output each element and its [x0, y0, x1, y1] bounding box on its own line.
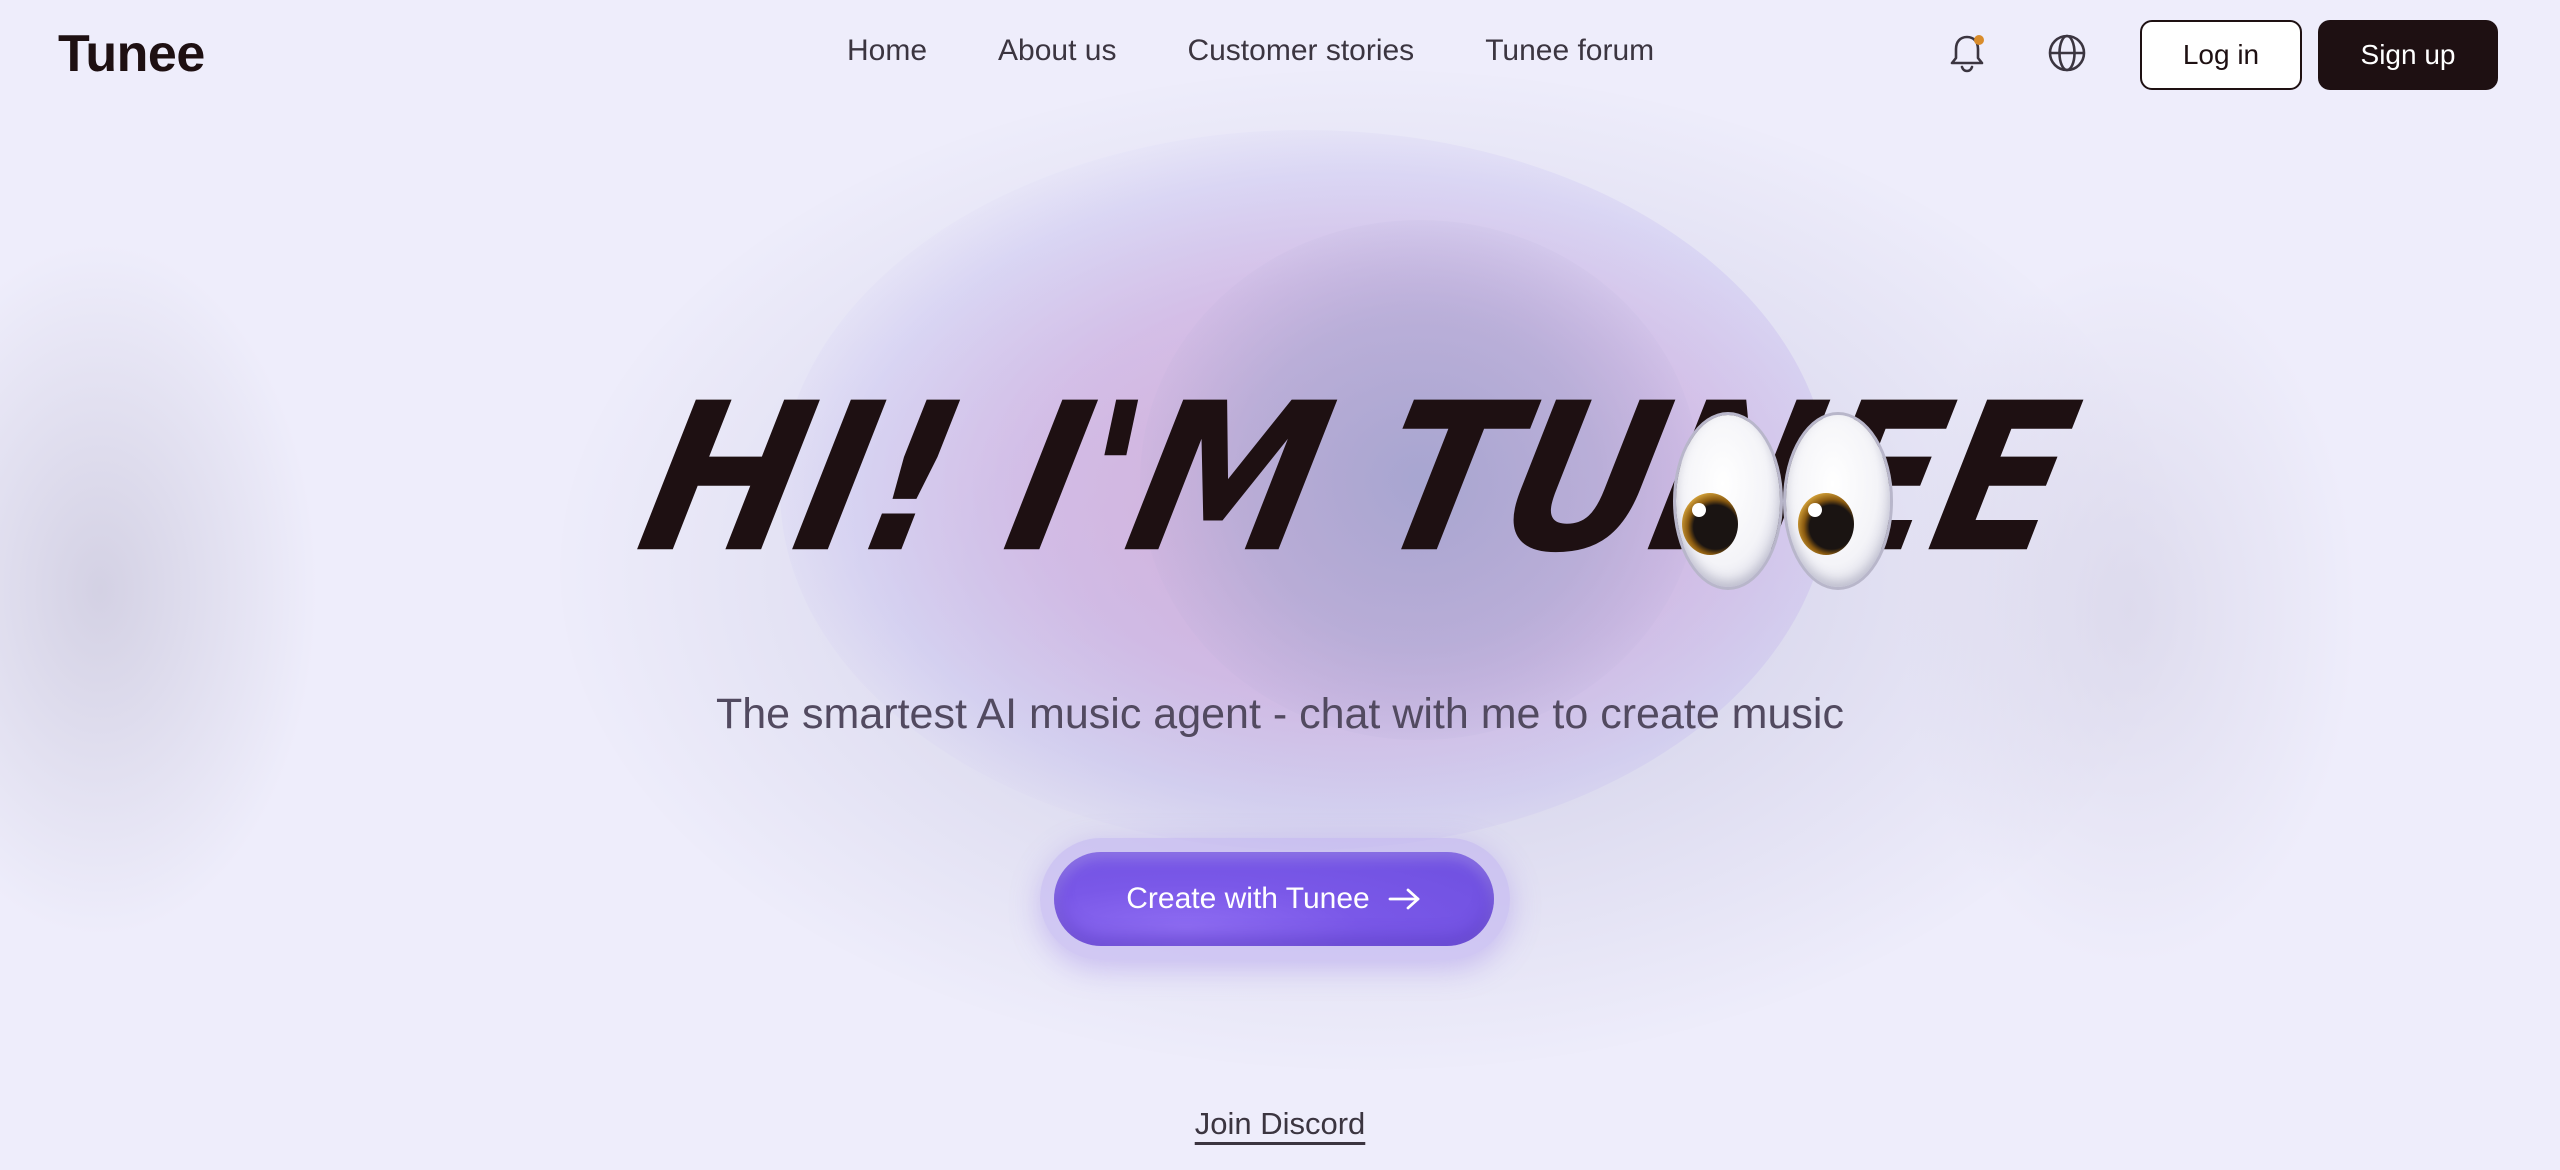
language-button[interactable]	[2045, 31, 2089, 75]
background-glow-right	[1900, 250, 2360, 970]
nav-item-home[interactable]: Home	[847, 34, 927, 68]
cta-label: Create with Tunee	[1126, 882, 1370, 915]
eye-left	[1676, 415, 1780, 587]
notification-dot	[1974, 35, 1984, 45]
arrow-right-icon	[1388, 888, 1420, 910]
brand-logo[interactable]: Tunee	[58, 24, 205, 84]
nav-item-customer-stories[interactable]: Customer stories	[1187, 34, 1414, 68]
site-header: Tunee Home About us Customer stories Tun…	[0, 0, 2560, 110]
eyes-emoji	[1676, 415, 1890, 587]
notifications-button[interactable]	[1945, 31, 1989, 75]
main-nav: Home About us Customer stories Tunee for…	[847, 34, 1654, 68]
join-discord-row: Join Discord	[0, 1106, 2560, 1142]
eye-right	[1786, 415, 1890, 587]
nav-item-about-us[interactable]: About us	[998, 34, 1116, 68]
pupil-right	[1798, 493, 1854, 555]
bell-icon	[1950, 35, 1984, 73]
login-button[interactable]: Log in	[2140, 20, 2302, 90]
pupil-left	[1682, 493, 1738, 555]
hero-tagline: The smartest AI music agent - chat with …	[716, 690, 1844, 738]
background-glow-left	[0, 240, 320, 940]
join-discord-link[interactable]: Join Discord	[1195, 1106, 1366, 1141]
globe-icon	[2048, 34, 2086, 72]
signup-button[interactable]: Sign up	[2318, 20, 2498, 90]
create-with-tunee-button[interactable]: Create with Tunee	[1054, 852, 1494, 946]
nav-item-tunee-forum[interactable]: Tunee forum	[1485, 34, 1654, 68]
